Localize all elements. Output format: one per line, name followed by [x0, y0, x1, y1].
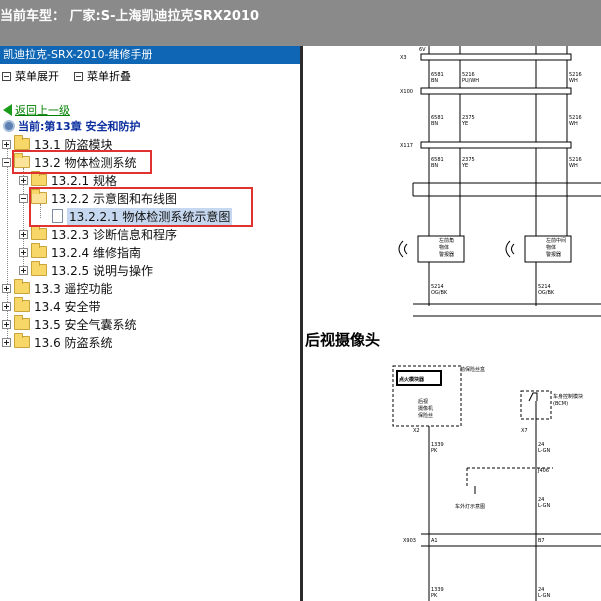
svg-text:后视: 后视 — [418, 398, 428, 405]
tree-item-label: 13.5 安全气囊系统 — [34, 317, 137, 332]
svg-text:警报器: 警报器 — [546, 251, 561, 258]
svg-text:WH: WH — [569, 163, 578, 169]
window-title: 当前车型： 厂家:S-上海凯迪拉克SRX2010 — [0, 9, 260, 24]
svg-text:BN: BN — [431, 78, 438, 84]
svg-text:BN: BN — [431, 163, 438, 169]
svg-text:点火模块器: 点火模块器 — [399, 376, 425, 383]
back-link[interactable]: 返回上一级 — [15, 102, 70, 118]
collapse-toggle[interactable] — [19, 193, 28, 203]
connector-label: X117 — [400, 143, 413, 149]
expand-toggle[interactable] — [2, 319, 11, 329]
svg-text:(BCM): (BCM) — [553, 401, 568, 407]
sensor-label: 左前角 — [439, 237, 454, 244]
connector-label: X100 — [400, 89, 413, 95]
folder-icon — [31, 171, 47, 186]
folder-icon — [14, 135, 30, 150]
svg-text:保险丝: 保险丝 — [418, 412, 433, 419]
tree-item-13-2-3[interactable]: 13.2.3 诊断信息和程序 — [19, 225, 177, 243]
folder-icon — [14, 279, 30, 294]
expand-toggle[interactable] — [2, 139, 11, 149]
svg-text:WH: WH — [569, 78, 578, 84]
svg-text:物体: 物体 — [546, 244, 556, 251]
svg-text:L-GN: L-GN — [538, 448, 551, 454]
svg-text:物体: 物体 — [439, 244, 449, 251]
tree-item-13-6[interactable]: 13.6 防盗系统 — [2, 333, 113, 351]
folder-icon — [31, 243, 47, 258]
tree-item-label: 13.2.1 规格 — [51, 173, 117, 188]
expand-toggle[interactable] — [19, 265, 28, 275]
expand-toggle[interactable] — [19, 247, 28, 257]
expand-toggle[interactable] — [19, 229, 28, 239]
connector-label: X7 — [521, 428, 528, 434]
collapse-menu-label: 菜单折叠 — [87, 70, 131, 83]
connector-label: X2 — [413, 428, 420, 434]
tree-item-13-2-4[interactable]: 13.2.4 维修指南 — [19, 243, 141, 261]
tree-item-label: 13.3 遥控功能 — [34, 281, 113, 296]
svg-text:A1: A1 — [431, 538, 438, 544]
collapse-toggle[interactable] — [2, 157, 11, 167]
tree-item-label: 13.2.3 诊断信息和程序 — [51, 227, 177, 242]
svg-text:YE: YE — [461, 121, 468, 127]
chapter-icon — [3, 120, 15, 132]
svg-text:摄像机: 摄像机 — [418, 405, 433, 412]
tree-item-label: 13.4 安全带 — [34, 299, 101, 314]
svg-text:PK: PK — [431, 593, 438, 599]
highlight-box — [29, 187, 253, 227]
tree-item-label: 13.2.4 维修指南 — [51, 245, 141, 260]
ground-label: 车外灯示意图 — [455, 503, 485, 510]
folder-icon — [14, 333, 30, 348]
svg-text:OG/BK: OG/BK — [431, 290, 448, 296]
fuse-box-label: 前保险丝盒 — [460, 366, 485, 373]
svg-text:BN: BN — [431, 121, 438, 127]
svg-text:WH: WH — [569, 121, 578, 127]
sensor-label: 左前中间 — [546, 237, 566, 244]
svg-text:L-GN: L-GN — [538, 503, 551, 509]
tree-item-13-3[interactable]: 13.3 遥控功能 — [2, 279, 113, 297]
svg-text:PU/WH: PU/WH — [462, 78, 479, 84]
current-chapter-label: 当前:第13章 安全和防护 — [18, 120, 141, 133]
expand-menu-label: 菜单展开 — [15, 70, 59, 83]
back-arrow-icon[interactable] — [3, 104, 12, 116]
expand-toggle[interactable] — [2, 283, 11, 293]
connector-label: X3 — [400, 55, 407, 61]
collapse-menu-button[interactable]: 菜单折叠 — [74, 68, 131, 84]
panel-header: 凯迪拉克-SRX-2010-维修手册 — [0, 46, 300, 64]
navigation-panel: 凯迪拉克-SRX-2010-维修手册 菜单展开 菜单折叠 返回上一级 当前:第1… — [0, 46, 300, 601]
tree-item-13-2-5[interactable]: 13.2.5 说明与操作 — [19, 261, 153, 279]
connector-label: X903 — [403, 538, 416, 544]
svg-text:YE: YE — [461, 163, 468, 169]
svg-text:警报器: 警报器 — [439, 251, 454, 258]
title-bar: 当前车型： 厂家:S-上海凯迪拉克SRX2010 — [0, 0, 601, 46]
svg-text:L-GN: L-GN — [538, 593, 551, 599]
svg-text:OG/BK: OG/BK — [538, 290, 555, 296]
folder-icon — [14, 315, 30, 330]
tree-item-13-5[interactable]: 13.5 安全气囊系统 — [2, 315, 137, 333]
folder-icon — [31, 225, 47, 240]
expand-toggle[interactable] — [2, 337, 11, 347]
diagram-viewer: 6V X3 X100 X117 6581 BN 5216 PU/WH 5216 WH … — [303, 46, 601, 601]
section-title: 后视摄像头 — [305, 331, 381, 349]
folder-icon — [14, 297, 30, 312]
module-label: 车身控制模块 — [553, 393, 583, 400]
tree-item-label: 13.2.5 说明与操作 — [51, 263, 153, 278]
expand-menu-button[interactable]: 菜单展开 — [2, 68, 59, 84]
expand-toggle[interactable] — [2, 301, 11, 311]
folder-icon — [31, 261, 47, 276]
connector-label: J406 — [537, 468, 549, 474]
svg-text:PK: PK — [431, 448, 438, 454]
back-row: 返回上一级 — [3, 102, 70, 118]
expand-toggle[interactable] — [19, 175, 28, 185]
expand-icon — [2, 71, 11, 81]
wiring-diagram: 6V X3 X100 X117 6581BN 5216PU/WH 5216WH … — [392, 46, 601, 601]
highlight-box — [12, 150, 152, 174]
tree-item-13-4[interactable]: 13.4 安全带 — [2, 297, 101, 315]
collapse-icon — [74, 71, 83, 81]
svg-text:B7: B7 — [538, 538, 545, 544]
tree-item-label: 13.6 防盗系统 — [34, 335, 113, 350]
current-chapter: 当前:第13章 安全和防护 — [3, 118, 141, 134]
pin-label: 6V — [419, 47, 426, 53]
